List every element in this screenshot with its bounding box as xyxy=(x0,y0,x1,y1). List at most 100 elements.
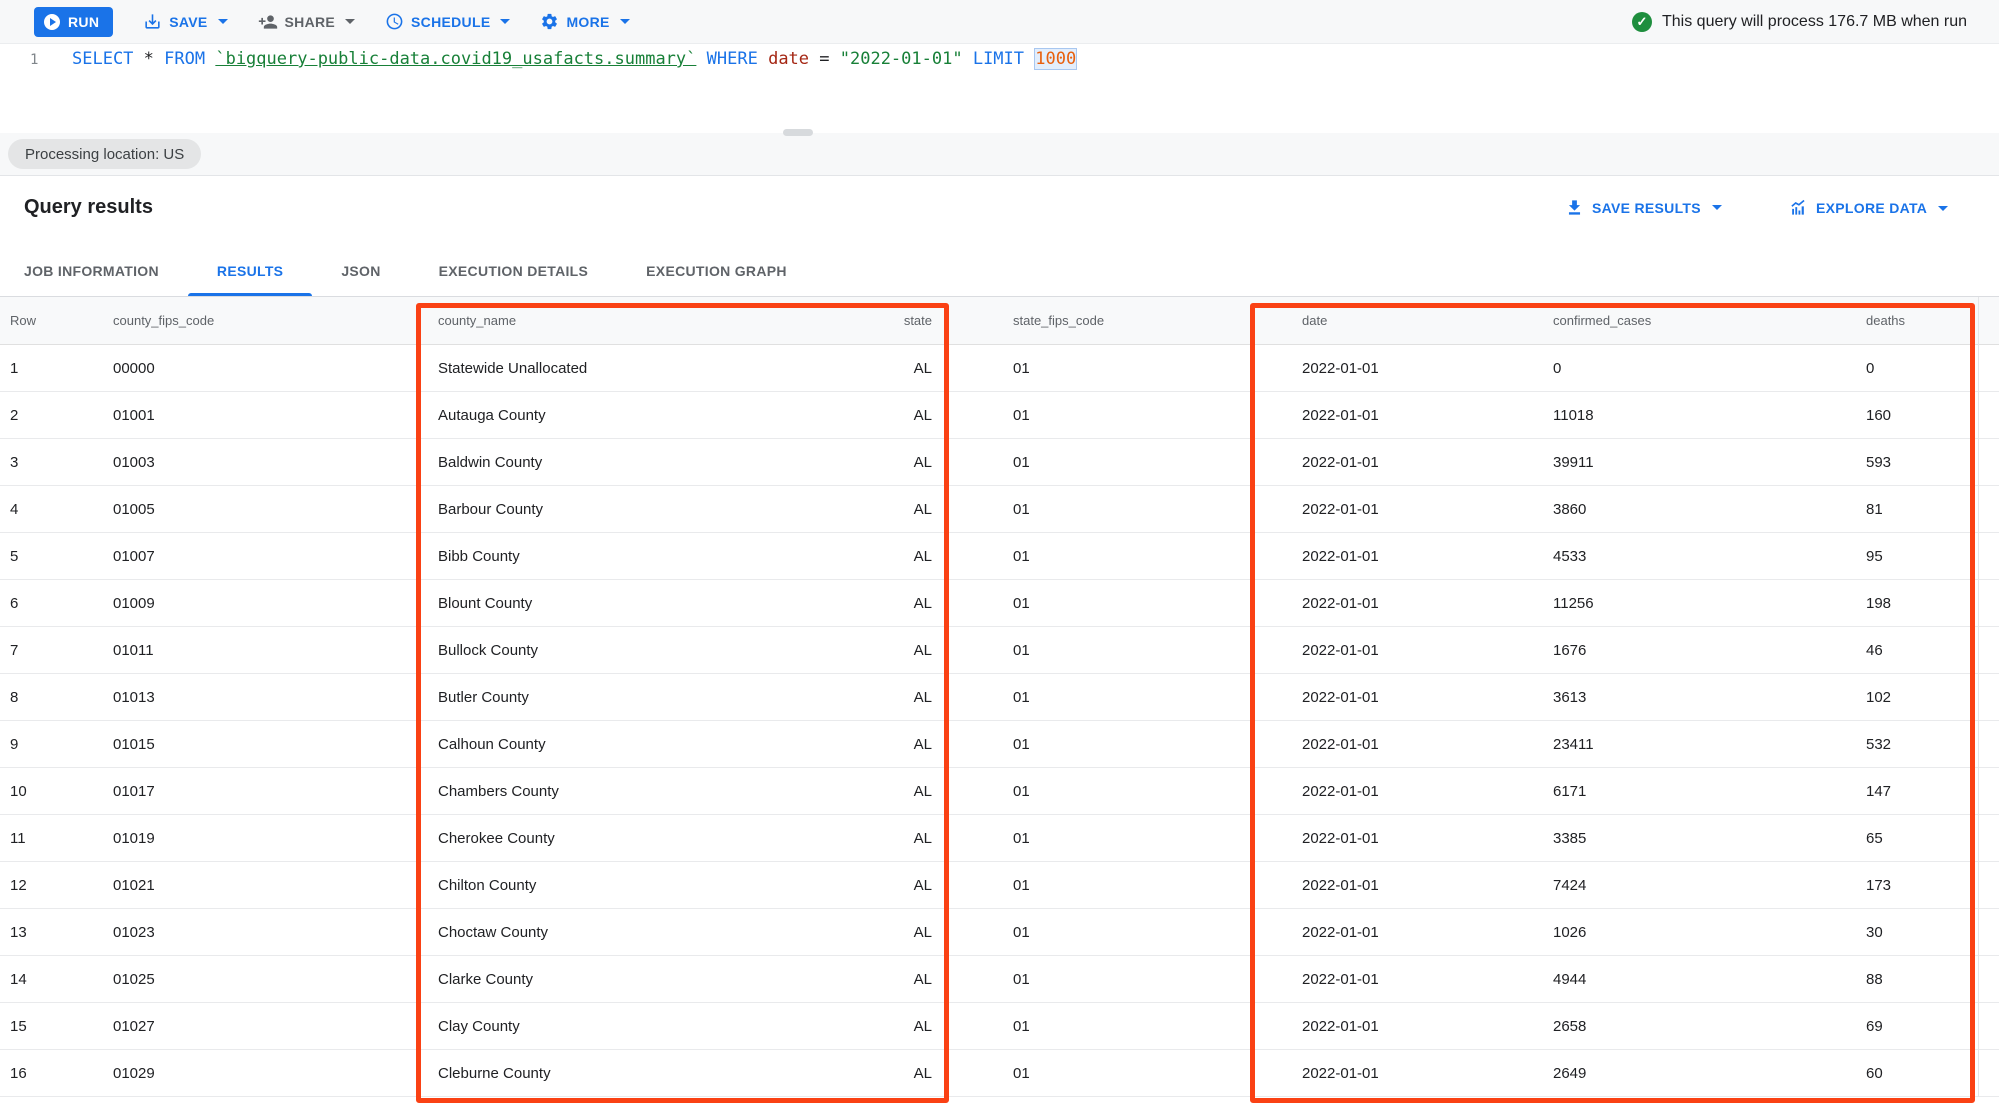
sql-editor[interactable]: 1 SELECT * FROM `bigquery-public-data.co… xyxy=(0,44,1999,133)
table-cell: 3860 xyxy=(1553,501,1866,518)
table-cell: 01 xyxy=(1013,830,1302,847)
table-cell: 102 xyxy=(1866,689,1999,706)
table-cell: 01 xyxy=(1013,1018,1302,1035)
chevron-down-icon xyxy=(500,19,510,24)
table-cell: 10 xyxy=(0,783,113,800)
table-cell: 88 xyxy=(1866,971,1999,988)
table-row: 1301023Choctaw CountyAL012022-01-0110263… xyxy=(0,909,1999,956)
table-cell: 2 xyxy=(0,407,113,424)
table-cell: 2022-01-01 xyxy=(1302,877,1553,894)
processing-location-chip: Processing location: US xyxy=(8,139,201,169)
table-cell: 5 xyxy=(0,548,113,565)
chevron-down-icon xyxy=(218,19,228,24)
table-header-row: Rowcounty_fips_codecounty_namestatestate… xyxy=(0,297,1999,345)
table-row: 1401025Clarke CountyAL012022-01-01494488 xyxy=(0,956,1999,1003)
table-cell: 147 xyxy=(1866,783,1999,800)
table-cell: AL xyxy=(770,689,1013,706)
query-validation-status: ✓ This query will process 176.7 MB when … xyxy=(1632,0,1967,44)
column-header-state: state xyxy=(770,313,1013,328)
table-row: 201001Autauga CountyAL012022-01-01110181… xyxy=(0,392,1999,439)
table-cell: 01 xyxy=(1013,360,1302,377)
table-cell: AL xyxy=(770,1065,1013,1082)
column-header-row: Row xyxy=(0,313,113,328)
share-button[interactable]: SHARE xyxy=(258,12,356,32)
chevron-down-icon xyxy=(345,19,355,24)
table-cell: 11 xyxy=(0,830,113,847)
query-token-plain xyxy=(1024,49,1034,69)
table-cell: AL xyxy=(770,407,1013,424)
table-cell: 2022-01-01 xyxy=(1302,548,1553,565)
table-cell: AL xyxy=(770,783,1013,800)
table-cell: 01 xyxy=(1013,454,1302,471)
table-cell: 2022-01-01 xyxy=(1302,595,1553,612)
tab-execution-graph[interactable]: EXECUTION GRAPH xyxy=(617,245,816,296)
table-cell: 01003 xyxy=(113,454,438,471)
table-row: 1101019Cherokee CountyAL012022-01-013385… xyxy=(0,815,1999,862)
table-row: 501007Bibb CountyAL012022-01-01453395 xyxy=(0,533,1999,580)
table-cell: Chilton County xyxy=(438,877,770,894)
download-icon xyxy=(1565,198,1584,217)
table-cell: 4 xyxy=(0,501,113,518)
table-cell: 23411 xyxy=(1553,736,1866,753)
run-button[interactable]: RUN xyxy=(34,7,113,37)
table-cell: 69 xyxy=(1866,1018,1999,1035)
table-row: 301003Baldwin CountyAL012022-01-01399115… xyxy=(0,439,1999,486)
query-token-identifier: date xyxy=(768,49,809,69)
table-cell: AL xyxy=(770,830,1013,847)
chevron-down-icon xyxy=(1938,206,1948,211)
table-cell: 01 xyxy=(1013,783,1302,800)
table-cell: 01029 xyxy=(113,1065,438,1082)
splitter-drag-handle[interactable] xyxy=(783,129,813,136)
table-cell: AL xyxy=(770,736,1013,753)
table-cell: 14 xyxy=(0,971,113,988)
explore-data-button[interactable]: EXPLORE DATA xyxy=(1788,198,1948,218)
table-cell: 16 xyxy=(0,1065,113,1082)
table-cell: Chambers County xyxy=(438,783,770,800)
schedule-button[interactable]: SCHEDULE xyxy=(385,12,510,31)
table-cell: 7424 xyxy=(1553,877,1866,894)
table-cell: 0 xyxy=(1553,360,1866,377)
panel-splitter: Processing location: US xyxy=(0,133,1999,176)
chart-icon xyxy=(1788,198,1808,218)
table-cell: Statewide Unallocated xyxy=(438,360,770,377)
table-cell: 01023 xyxy=(113,924,438,941)
table-cell: 1026 xyxy=(1553,924,1866,941)
status-message: This query will process 176.7 MB when ru… xyxy=(1662,13,1967,31)
table-cell: 593 xyxy=(1866,454,1999,471)
tab-results[interactable]: RESULTS xyxy=(188,245,312,296)
table-cell: 13 xyxy=(0,924,113,941)
table-cell: 2022-01-01 xyxy=(1302,830,1553,847)
table-cell: 3 xyxy=(0,454,113,471)
gear-icon xyxy=(540,12,559,31)
table-cell: 2022-01-01 xyxy=(1302,642,1553,659)
save-results-button[interactable]: SAVE RESULTS xyxy=(1565,198,1722,217)
table-row: 1001017Chambers CountyAL012022-01-016171… xyxy=(0,768,1999,815)
table-cell: Clarke County xyxy=(438,971,770,988)
save-button[interactable]: SAVE xyxy=(143,12,227,31)
more-button[interactable]: MORE xyxy=(540,12,629,31)
query-token-string: "2022-01-01" xyxy=(840,49,963,69)
table-cell: 81 xyxy=(1866,501,1999,518)
query-line[interactable]: SELECT * FROM `bigquery-public-data.covi… xyxy=(72,49,1077,69)
save-results-label: SAVE RESULTS xyxy=(1592,200,1701,216)
table-cell: 01009 xyxy=(113,595,438,612)
table-row: 601009Blount CountyAL012022-01-011125619… xyxy=(0,580,1999,627)
table-cell: 2022-01-01 xyxy=(1302,360,1553,377)
tab-job-information[interactable]: JOB INFORMATION xyxy=(24,245,188,296)
table-cell: 01 xyxy=(1013,548,1302,565)
column-header-county-fips-code: county_fips_code xyxy=(113,313,438,328)
table-cell: Calhoun County xyxy=(438,736,770,753)
run-button-label: RUN xyxy=(68,14,99,30)
tab-execution-details[interactable]: EXECUTION DETAILS xyxy=(410,245,618,296)
table-cell: 2022-01-01 xyxy=(1302,783,1553,800)
table-cell: AL xyxy=(770,877,1013,894)
table-cell: Choctaw County xyxy=(438,924,770,941)
tab-json[interactable]: JSON xyxy=(312,245,409,296)
table-cell: 3385 xyxy=(1553,830,1866,847)
table-cell: 01 xyxy=(1013,595,1302,612)
table-cell: 01 xyxy=(1013,642,1302,659)
query-token-keyword: WHERE xyxy=(707,49,758,69)
table-row: 1201021Chilton CountyAL012022-01-0174241… xyxy=(0,862,1999,909)
table-cell: 0 xyxy=(1866,360,1999,377)
table-cell: 65 xyxy=(1866,830,1999,847)
